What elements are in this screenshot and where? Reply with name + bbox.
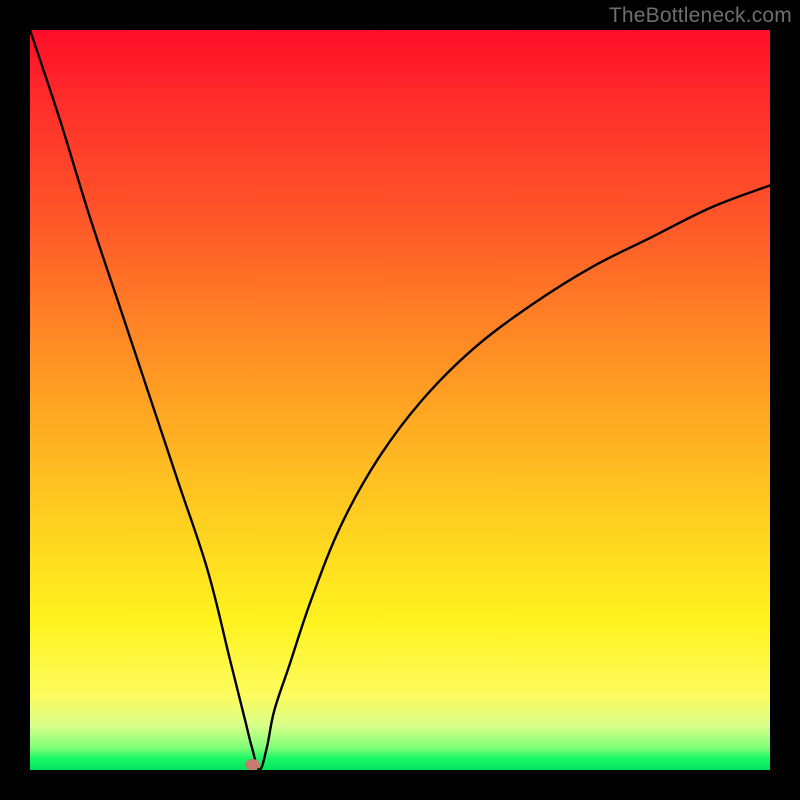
bottleneck-curve — [30, 30, 770, 770]
plot-area — [30, 30, 770, 770]
minimum-marker — [245, 759, 260, 770]
figure-container: TheBottleneck.com — [0, 0, 800, 800]
watermark-text: TheBottleneck.com — [609, 4, 792, 28]
